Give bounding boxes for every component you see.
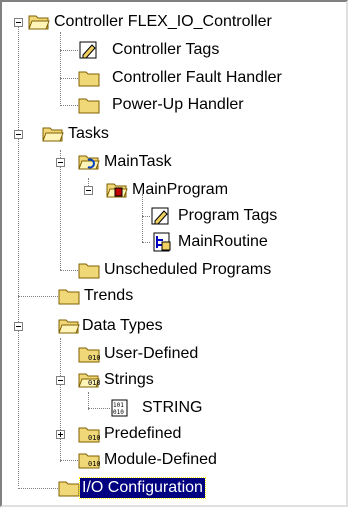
tree-node-predefined[interactable]: 010 Predefined — [2, 422, 222, 448]
tree-node-tasks[interactable]: Tasks — [2, 122, 202, 148]
svg-text:010: 010 — [88, 460, 100, 468]
datatype-folder-open-icon: 010 — [78, 373, 100, 388]
tree-label: MainTask — [104, 153, 172, 170]
tree-node-powerup-handler[interactable]: Power-Up Handler — [2, 93, 302, 119]
tree-label: Data Types — [82, 317, 163, 334]
collapse-toggle[interactable] — [56, 376, 65, 385]
svg-text:010: 010 — [113, 409, 124, 416]
project-organizer-tree[interactable]: Controller FLEX_IO_Controller Controller… — [0, 0, 348, 507]
tree-label: Strings — [104, 371, 154, 388]
tree-label: Module-Defined — [104, 451, 217, 468]
expand-toggle[interactable] — [56, 430, 65, 439]
tree-label: STRING — [142, 399, 203, 416]
tree-label: Predefined — [104, 425, 182, 442]
tags-icon — [79, 41, 97, 59]
svg-text:101: 101 — [113, 402, 124, 409]
tree-node-main-routine[interactable]: MainRoutine — [2, 230, 322, 256]
tree-node-controller-tags[interactable]: Controller Tags — [2, 38, 302, 64]
tree-node-strings[interactable]: 010 Strings — [2, 368, 202, 394]
folder-icon — [78, 263, 100, 279]
datatype-folder-icon: 010 — [78, 427, 100, 443]
svg-text:010: 010 — [88, 434, 100, 442]
tree-label-selected: I/O Configuration — [79, 477, 206, 499]
datatype-folder-icon: 010 — [78, 347, 100, 363]
collapse-toggle[interactable] — [14, 322, 23, 331]
tree-node-controller[interactable]: Controller FLEX_IO_Controller — [2, 10, 322, 36]
folder-icon — [58, 481, 80, 497]
tree-node-main-task[interactable]: MainTask — [2, 150, 222, 176]
svg-text:010: 010 — [88, 379, 100, 387]
tree-label: MainRoutine — [178, 233, 268, 250]
tree-node-program-tags[interactable]: Program Tags — [2, 204, 322, 230]
tree-node-io-configuration[interactable]: I/O Configuration — [2, 476, 262, 502]
tags-icon — [151, 207, 169, 225]
collapse-toggle[interactable] — [14, 18, 23, 27]
tree-node-unscheduled-programs[interactable]: Unscheduled Programs — [2, 258, 322, 284]
folder-icon — [78, 98, 100, 114]
tree-node-trends[interactable]: Trends — [2, 284, 202, 310]
folder-icon — [58, 289, 80, 305]
tree-label: Power-Up Handler — [112, 96, 244, 113]
routine-icon — [153, 232, 171, 252]
tree-label: User-Defined — [104, 345, 199, 362]
tree-label: Controller Tags — [112, 41, 220, 58]
tree-label: Controller Fault Handler — [112, 69, 282, 86]
tree-node-user-defined[interactable]: 010 User-Defined — [2, 342, 262, 368]
tree-node-main-program[interactable]: MainProgram — [2, 178, 262, 204]
datatype-folder-icon: 010 — [78, 453, 100, 469]
svg-text:010: 010 — [88, 354, 100, 362]
tree-label: Unscheduled Programs — [104, 261, 272, 278]
tree-label: MainProgram — [132, 181, 229, 198]
tree-node-module-defined[interactable]: 010 Module-Defined — [2, 448, 282, 474]
task-folder-icon — [78, 155, 100, 170]
tree-label-controller: Controller FLEX_IO_Controller — [54, 13, 272, 30]
tree-node-string[interactable]: 101 010 STRING — [2, 396, 242, 422]
tree-label: Program Tags — [178, 207, 278, 224]
program-folder-icon — [106, 183, 128, 198]
datatype-icon: 101 010 — [111, 399, 128, 417]
folder-open-icon — [28, 15, 50, 30]
tree-label: Tasks — [68, 125, 109, 142]
collapse-toggle[interactable] — [84, 186, 93, 195]
folder-open-icon — [42, 127, 64, 142]
collapse-toggle[interactable] — [14, 130, 23, 139]
tree-node-fault-handler[interactable]: Controller Fault Handler — [2, 66, 322, 92]
folder-open-icon — [58, 319, 80, 334]
collapse-toggle[interactable] — [56, 158, 65, 167]
tree-node-data-types[interactable]: Data Types — [2, 314, 202, 340]
folder-icon — [78, 71, 100, 87]
tree-label: Trends — [84, 287, 134, 304]
